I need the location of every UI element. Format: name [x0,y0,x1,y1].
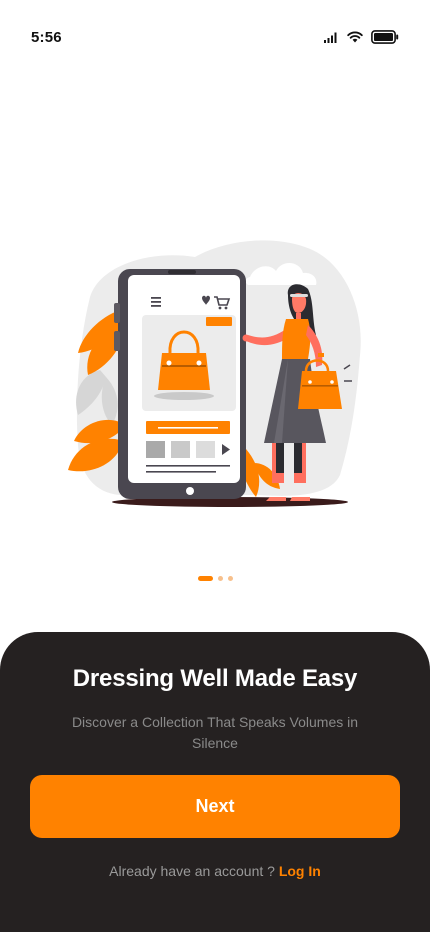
login-prompt: Already have an account ? [109,863,279,879]
onboarding-subtitle: Discover a Collection That Speaks Volume… [71,714,359,751]
page-indicator-dot[interactable] [217,576,223,581]
next-button[interactable]: Next [30,775,400,838]
cellular-signal-icon [324,31,339,43]
onboarding-sheet: Dressing Well Made Easy Discover a Colle… [0,632,430,932]
online-shopping-illustration [60,235,370,510]
page-indicator-dot-active[interactable] [197,576,213,581]
page-indicator-dot[interactable] [227,576,233,581]
login-row: Already have an account ? Log In [0,863,430,879]
battery-icon [371,30,399,44]
onboarding-title: Dressing Well Made Easy [72,665,358,692]
onboarding-screen: 5:56 Dressing Well Made Easy Discover a … [0,0,430,932]
login-link[interactable]: Log In [279,863,321,879]
status-icons [324,30,399,44]
page-indicator [0,576,430,581]
wifi-icon [347,31,363,43]
status-bar: 5:56 [0,0,430,76]
status-time: 5:56 [31,29,62,46]
